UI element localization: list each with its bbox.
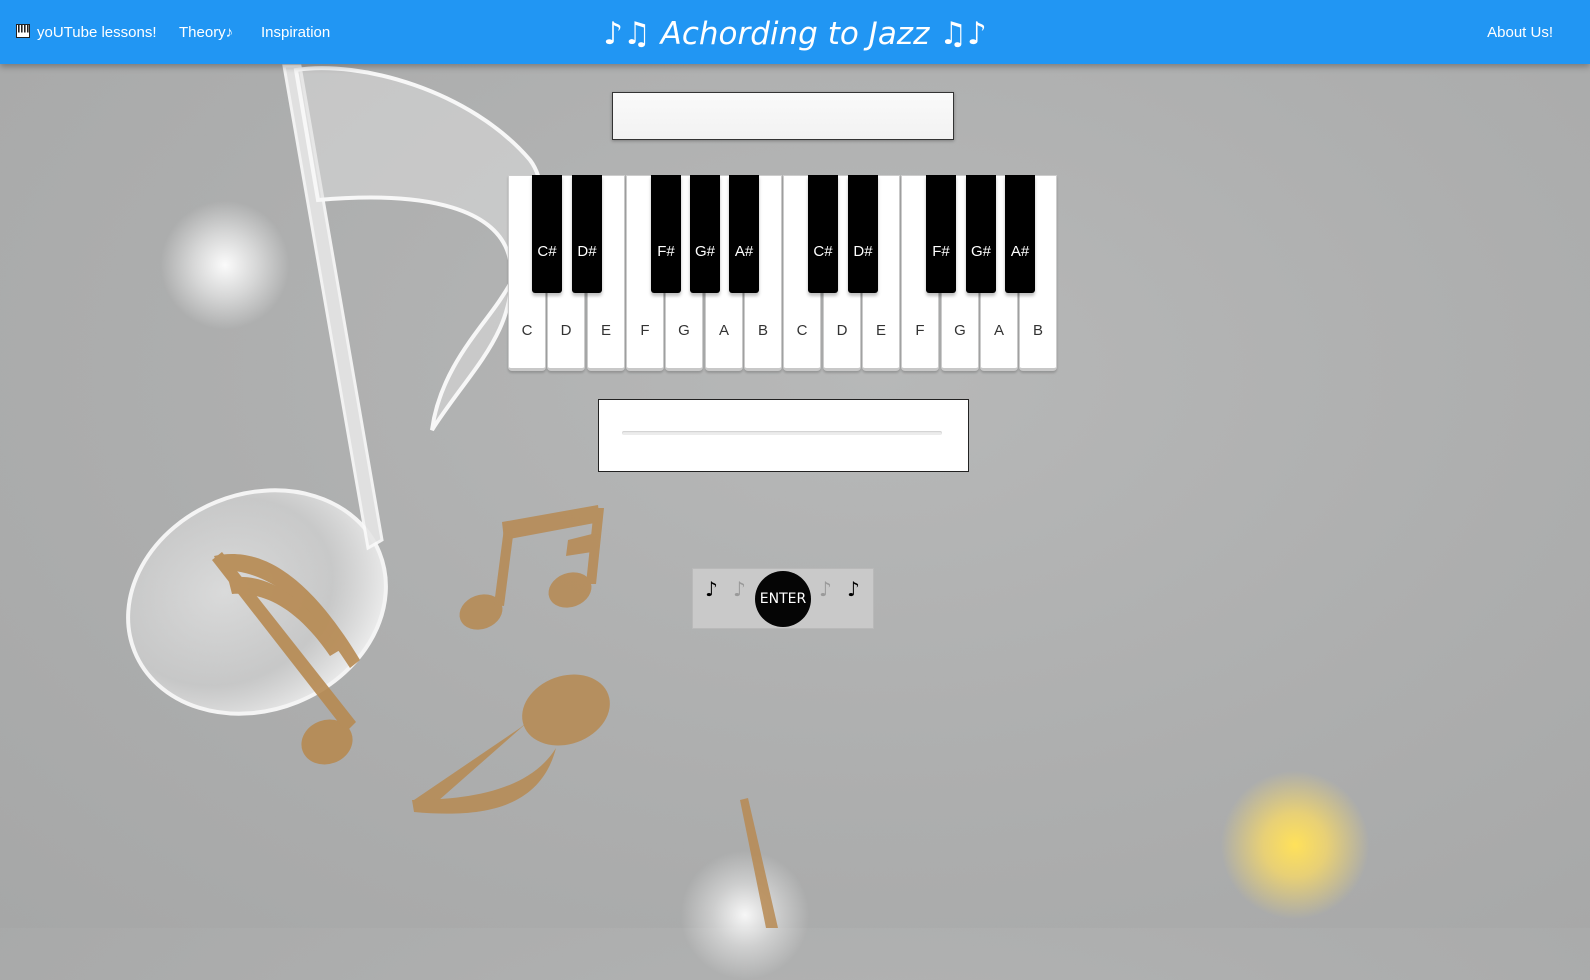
black-key-a-sharp-1[interactable]: A# (729, 175, 759, 293)
key-label: A# (1010, 243, 1030, 260)
key-label: A (993, 322, 1004, 339)
black-key-c-sharp-1[interactable]: C# (532, 175, 562, 293)
navbar: yoUTube lessons! Theory♪ Inspiration ♪♫ … (0, 0, 1590, 64)
white-glow (160, 200, 290, 330)
inspiration-link[interactable]: Inspiration (261, 0, 330, 64)
key-label: G (954, 322, 966, 339)
enter-panel: ♪ ♪ ENTER ♪ ♪ (692, 568, 874, 629)
about-us-link[interactable]: About Us! (1487, 0, 1553, 64)
gold-beamed-notes-icon (459, 505, 604, 630)
black-key-g-sharp-1[interactable]: G# (690, 175, 720, 293)
key-label: F (915, 322, 925, 339)
key-label: D (836, 322, 848, 339)
key-label: D# (577, 243, 597, 260)
music-note-icon: ♪ (733, 577, 746, 601)
piano-keyboard: C D E F G A B C D E F G A B C# D# F# G# … (508, 175, 1060, 373)
white-glow-bottom (680, 850, 810, 980)
black-key-d-sharp-1[interactable]: D# (572, 175, 602, 293)
key-label: B (1032, 322, 1043, 339)
youtube-lessons-link[interactable]: yoUTube lessons! (16, 0, 157, 64)
key-label: G# (970, 243, 991, 260)
black-key-c-sharp-2[interactable]: C# (808, 175, 838, 293)
key-label: C (796, 322, 808, 339)
gold-half-note-icon (412, 674, 778, 928)
key-label: A# (734, 243, 754, 260)
glass-note-icon (126, 64, 543, 716)
key-label: F# (932, 243, 950, 260)
key-label: B (757, 322, 768, 339)
music-note-icon: ♪ (819, 577, 832, 601)
piano-icon (16, 24, 30, 38)
key-label: G# (694, 243, 715, 260)
black-key-f-sharp-1[interactable]: F# (651, 175, 681, 293)
key-label: E (875, 322, 886, 339)
key-label: C# (813, 243, 833, 260)
youtube-lessons-label: yoUTube lessons! (37, 24, 157, 41)
black-key-a-sharp-2[interactable]: A# (1005, 175, 1035, 293)
key-label: G (678, 322, 690, 339)
gold-note-icon (212, 552, 360, 765)
chord-display-box (612, 92, 954, 140)
black-key-d-sharp-2[interactable]: D# (848, 175, 878, 293)
black-key-g-sharp-2[interactable]: G# (966, 175, 996, 293)
key-label: C (521, 322, 533, 339)
theory-link[interactable]: Theory♪ (179, 0, 233, 64)
music-note-icon: ♪ (705, 577, 718, 601)
key-label: C# (537, 243, 557, 260)
key-label: F# (657, 243, 675, 260)
key-label: D# (853, 243, 873, 260)
key-label: A (718, 322, 729, 339)
answer-input[interactable] (622, 431, 942, 435)
yellow-glow (1220, 770, 1370, 920)
answer-box (598, 399, 969, 472)
key-label: E (600, 322, 611, 339)
brand-title[interactable]: ♪♫ Achording to Jazz ♫♪ (603, 16, 987, 52)
brand-container: ♪♫ Achording to Jazz ♫♪ (0, 0, 1590, 64)
black-key-f-sharp-2[interactable]: F# (926, 175, 956, 293)
enter-button[interactable]: ENTER (755, 571, 811, 627)
music-note-icon: ♪ (847, 577, 860, 601)
key-label: F (640, 322, 650, 339)
key-label: D (560, 322, 572, 339)
